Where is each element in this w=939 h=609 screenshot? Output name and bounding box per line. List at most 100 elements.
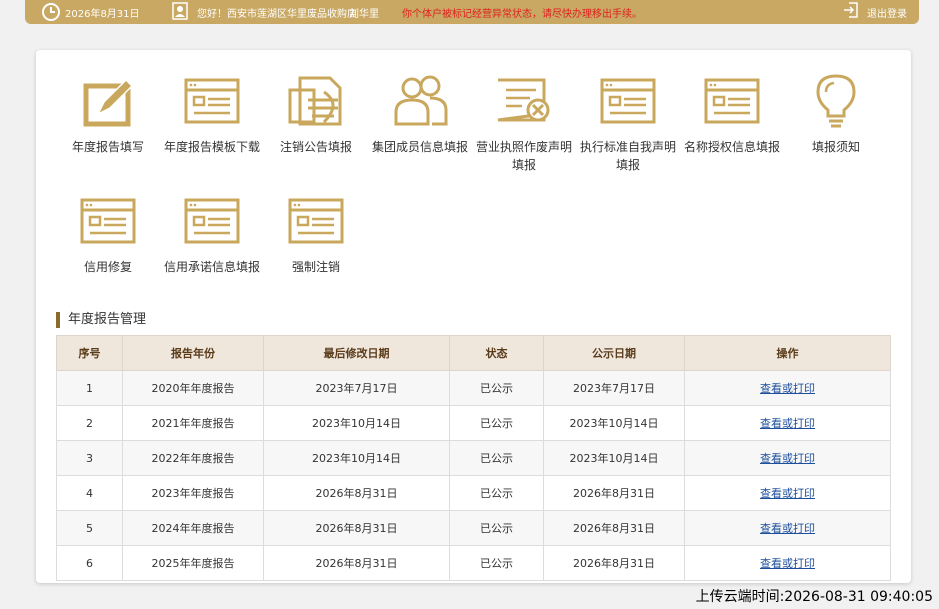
menu-credit-commitment[interactable]: 信用承诺信息填报 [164, 192, 260, 276]
cell-publish-date: 2026年8月31日 [543, 475, 685, 511]
cell-last-modified: 2026年8月31日 [263, 475, 450, 511]
group-people-icon [394, 75, 448, 126]
cancel-doc-icon [288, 76, 342, 126]
cell-report-year: 2021年年度报告 [122, 405, 264, 441]
column-header: 操作 [684, 335, 891, 371]
cell-report-year: 2020年年度报告 [122, 370, 264, 406]
cell-status: 已公示 [449, 475, 544, 511]
cell-publish-date: 2026年8月31日 [543, 510, 685, 546]
lightbulb-icon [816, 74, 856, 128]
abnormal-status-warning: 你个体户被标记经营异常状态，请尽快办理移出手续。 [402, 9, 642, 20]
username: 刘华里 [349, 9, 379, 20]
cell-status: 已公示 [449, 370, 544, 406]
void-license-icon [497, 78, 550, 122]
menu-template-download[interactable]: 年度报告模板下载 [164, 72, 260, 156]
table-row: 6 2025年年度报告 2026年8月31日 已公示 2026年8月31日 查看… [56, 545, 891, 581]
form-doc-icon [288, 198, 344, 244]
main-panel: 年度报告填写 年度报告模板下载 注销公告填报 集团成员信息填报 营业执照作废声明… [36, 50, 911, 583]
cell-status: 已公示 [449, 510, 544, 546]
form-doc-icon [184, 198, 240, 244]
column-header: 状态 [449, 335, 544, 371]
column-header: 序号 [56, 335, 123, 371]
cell-index: 3 [56, 440, 123, 476]
cell-report-year: 2023年年度报告 [122, 475, 264, 511]
cell-report-year: 2024年年度报告 [122, 510, 264, 546]
annual-report-table: 序号 报告年份 最后修改日期 状态 公示日期 操作 1 2020年年度报告 20… [56, 335, 891, 581]
view-print-link[interactable]: 查看或打印 [760, 557, 815, 570]
view-print-link[interactable]: 查看或打印 [760, 417, 815, 430]
view-print-link[interactable]: 查看或打印 [760, 382, 815, 395]
menu-label: 集团成员信息填报 [372, 140, 469, 154]
table-row: 1 2020年年度报告 2023年7月17日 已公示 2023年7月17日 查看… [56, 370, 891, 406]
table-row: 5 2024年年度报告 2026年8月31日 已公示 2026年8月31日 查看… [56, 510, 891, 546]
cell-index: 6 [56, 545, 123, 581]
current-date: 2026年8月31日 [65, 9, 140, 20]
clock-icon [42, 3, 60, 21]
table-header-row: 序号 报告年份 最后修改日期 状态 公示日期 操作 [56, 335, 891, 371]
menu-forced-cancellation[interactable]: 强制注销 [268, 192, 364, 276]
menu-credit-repair[interactable]: 信用修复 [60, 192, 156, 276]
menu-name-authorization[interactable]: 名称授权信息填报 [684, 72, 780, 156]
menu-license-void[interactable]: 营业执照作废声明填报 [476, 72, 572, 174]
cell-publish-date: 2023年10月14日 [543, 440, 685, 476]
cell-action: 查看或打印 [684, 440, 891, 476]
table-row: 3 2022年年度报告 2023年10月14日 已公示 2023年10月14日 … [56, 440, 891, 476]
menu-label: 信用承诺信息填报 [164, 260, 261, 274]
greeting-text: 您好！西安市莲湖区华里废品收购店 [197, 9, 357, 20]
form-doc-icon [184, 78, 240, 124]
menu-label: 年度报告填写 [71, 140, 144, 154]
section-title: 年度报告管理 [56, 312, 146, 328]
menu-label: 营业执照作废声明填报 [476, 140, 573, 172]
cell-index: 2 [56, 405, 123, 441]
logout-button[interactable]: 退出登录 [867, 5, 907, 20]
cell-action: 查看或打印 [684, 475, 891, 511]
cell-index: 1 [56, 370, 123, 406]
logout-icon[interactable] [843, 2, 859, 18]
cell-action: 查看或打印 [684, 510, 891, 546]
cell-last-modified: 2023年10月14日 [263, 405, 450, 441]
cell-status: 已公示 [449, 545, 544, 581]
cell-action: 查看或打印 [684, 370, 891, 406]
cell-index: 5 [56, 510, 123, 546]
menu-label: 信用修复 [83, 260, 132, 274]
cell-publish-date: 2026年8月31日 [543, 545, 685, 581]
cell-action: 查看或打印 [684, 405, 891, 441]
menu-label: 填报须知 [811, 140, 860, 154]
cell-report-year: 2025年年度报告 [122, 545, 264, 581]
user-card-icon [172, 2, 188, 20]
cell-last-modified: 2023年10月14日 [263, 440, 450, 476]
form-doc-icon [80, 198, 136, 244]
cell-status: 已公示 [449, 405, 544, 441]
cell-publish-date: 2023年10月14日 [543, 405, 685, 441]
menu-label: 执行标准自我声明填报 [580, 140, 677, 172]
column-header: 最后修改日期 [263, 335, 450, 371]
view-print-link[interactable]: 查看或打印 [760, 487, 815, 500]
table-row: 2 2021年年度报告 2023年10月14日 已公示 2023年10月14日 … [56, 405, 891, 441]
cell-last-modified: 2026年8月31日 [263, 510, 450, 546]
view-print-link[interactable]: 查看或打印 [760, 452, 815, 465]
menu-label: 注销公告填报 [279, 140, 352, 154]
menu-label: 强制注销 [291, 260, 340, 274]
menu-label: 年度报告模板下载 [164, 140, 261, 154]
upload-time: 上传云端时间:2026-08-31 09:40:05 [695, 589, 933, 605]
cell-last-modified: 2026年8月31日 [263, 545, 450, 581]
cell-index: 4 [56, 475, 123, 511]
menu-annual-report-fill[interactable]: 年度报告填写 [60, 72, 156, 156]
cell-status: 已公示 [449, 440, 544, 476]
menu-cancel-announcement[interactable]: 注销公告填报 [268, 72, 364, 156]
cell-publish-date: 2023年7月17日 [543, 370, 685, 406]
menu-group-member[interactable]: 集团成员信息填报 [372, 72, 468, 156]
cell-report-year: 2022年年度报告 [122, 440, 264, 476]
cell-last-modified: 2023年7月17日 [263, 370, 450, 406]
form-doc-icon [600, 78, 656, 124]
view-print-link[interactable]: 查看或打印 [760, 522, 815, 535]
top-bar: 2026年8月31日 您好！西安市莲湖区华里废品收购店 刘华里 你个体户被标记经… [25, 0, 919, 24]
column-header: 报告年份 [122, 335, 264, 371]
menu-standard-declaration[interactable]: 执行标准自我声明填报 [580, 72, 676, 174]
menu-label: 名称授权信息填报 [684, 140, 781, 154]
pencil-paper-icon [83, 78, 134, 127]
table-row: 4 2023年年度报告 2026年8月31日 已公示 2026年8月31日 查看… [56, 475, 891, 511]
column-header: 公示日期 [543, 335, 685, 371]
form-doc-icon [704, 78, 760, 124]
menu-filing-notice[interactable]: 填报须知 [788, 72, 884, 156]
